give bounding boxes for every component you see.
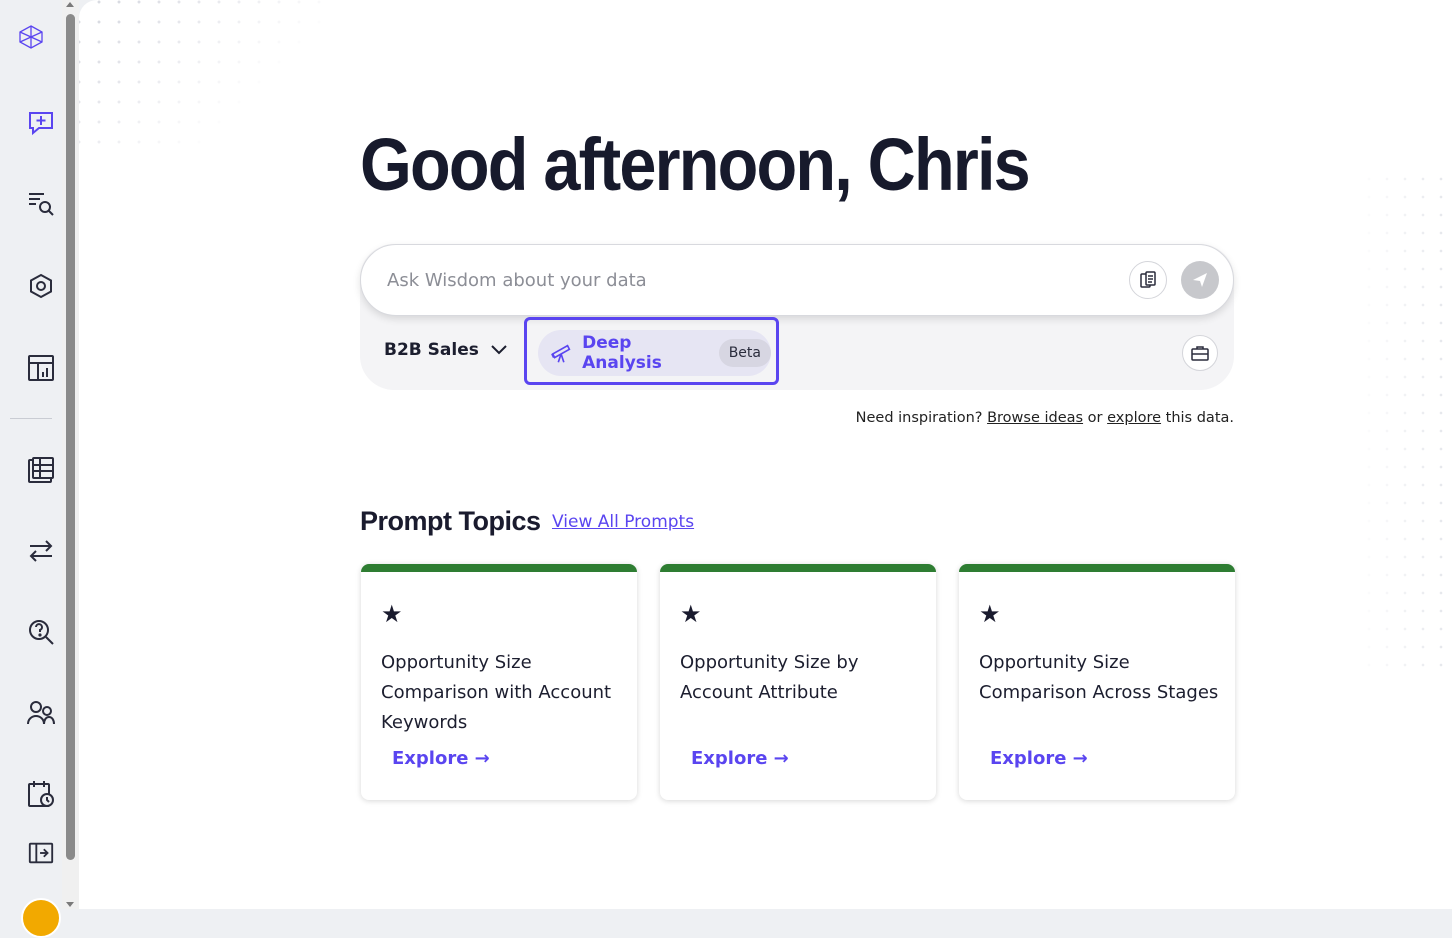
help-search-icon[interactable] — [21, 614, 61, 650]
scroll-down-arrow[interactable] — [66, 902, 74, 907]
prompt-topics-title: Prompt Topics — [360, 506, 541, 536]
send-icon — [1193, 273, 1207, 287]
beta-badge: Beta — [718, 339, 771, 367]
explore-link[interactable]: Explore → — [691, 748, 789, 769]
topic-card-title: Opportunity Size by Account Attribute — [680, 652, 859, 703]
decorative-dots-right — [1342, 170, 1452, 670]
view-all-prompts-link[interactable]: View All Prompts — [552, 512, 694, 532]
deep-analysis-highlight: Deep Analysis Beta — [524, 317, 779, 385]
inspiration-or: or — [1087, 410, 1103, 426]
transfer-icon[interactable] — [21, 533, 61, 569]
topic-card-title: Opportunity Size Comparison with Account… — [381, 652, 612, 733]
ask-panel: B2B Sales Deep Analysis Beta — [360, 244, 1234, 390]
table-icon[interactable] — [21, 452, 61, 488]
nav-divider — [10, 418, 52, 419]
scroll-thumb[interactable] — [66, 14, 75, 860]
nav-rail — [0, 0, 62, 938]
topic-card-title: Opportunity Size Comparison Across Stage… — [979, 652, 1219, 703]
toolbox-icon — [1191, 346, 1209, 361]
inspiration-text: Need inspiration? Browse ideas or explor… — [719, 410, 1234, 426]
search-list-icon[interactable] — [21, 186, 61, 222]
report-chart-icon[interactable] — [21, 350, 61, 386]
dataset-selector[interactable]: B2B Sales — [384, 340, 507, 360]
star-icon: ★ — [381, 600, 403, 628]
avatar[interactable] — [21, 898, 61, 938]
deep-analysis-button[interactable]: Deep Analysis Beta — [538, 330, 771, 376]
topic-card[interactable]: ★ Opportunity Size by Account Attribute … — [660, 564, 936, 800]
star-icon: ★ — [680, 600, 702, 628]
explore-link[interactable]: Explore → — [392, 748, 490, 769]
dataset-label: B2B Sales — [384, 340, 479, 360]
send-button[interactable] — [1181, 261, 1219, 299]
topic-card[interactable]: ★ Opportunity Size Comparison with Accou… — [361, 564, 637, 800]
scrollbar[interactable] — [62, 0, 79, 909]
sidebar-expand-icon[interactable] — [21, 835, 61, 871]
topic-card[interactable]: ★ Opportunity Size Comparison Across Sta… — [959, 564, 1235, 800]
deep-analysis-label: Deep Analysis — [582, 333, 662, 373]
hexagon-network-icon[interactable] — [21, 268, 61, 304]
telescope-icon — [551, 344, 571, 363]
star-icon: ★ — [979, 600, 1001, 628]
users-icon[interactable] — [21, 695, 61, 731]
calendar-clock-icon[interactable] — [21, 776, 61, 812]
inspiration-suffix: this data. — [1165, 410, 1234, 426]
ask-input[interactable] — [385, 261, 1089, 299]
greeting-title: Good afternoon, Chris — [360, 123, 1031, 206]
toolbox-button[interactable] — [1182, 335, 1218, 371]
logo-icon[interactable] — [16, 22, 46, 52]
main-content: Good afternoon, Chris B2B Sales — [79, 0, 1452, 909]
documents-icon — [1140, 271, 1156, 288]
chevron-down-icon — [491, 345, 507, 355]
attach-button[interactable] — [1129, 261, 1167, 299]
scroll-up-arrow[interactable] — [66, 2, 74, 7]
explore-data-link[interactable]: explore — [1107, 410, 1161, 426]
ask-box — [360, 244, 1234, 316]
inspiration-prefix: Need inspiration? — [855, 410, 983, 426]
explore-link[interactable]: Explore → — [990, 748, 1088, 769]
decorative-dots — [79, 0, 329, 150]
browse-ideas-link[interactable]: Browse ideas — [987, 410, 1083, 426]
new-chat-icon[interactable] — [21, 105, 61, 141]
